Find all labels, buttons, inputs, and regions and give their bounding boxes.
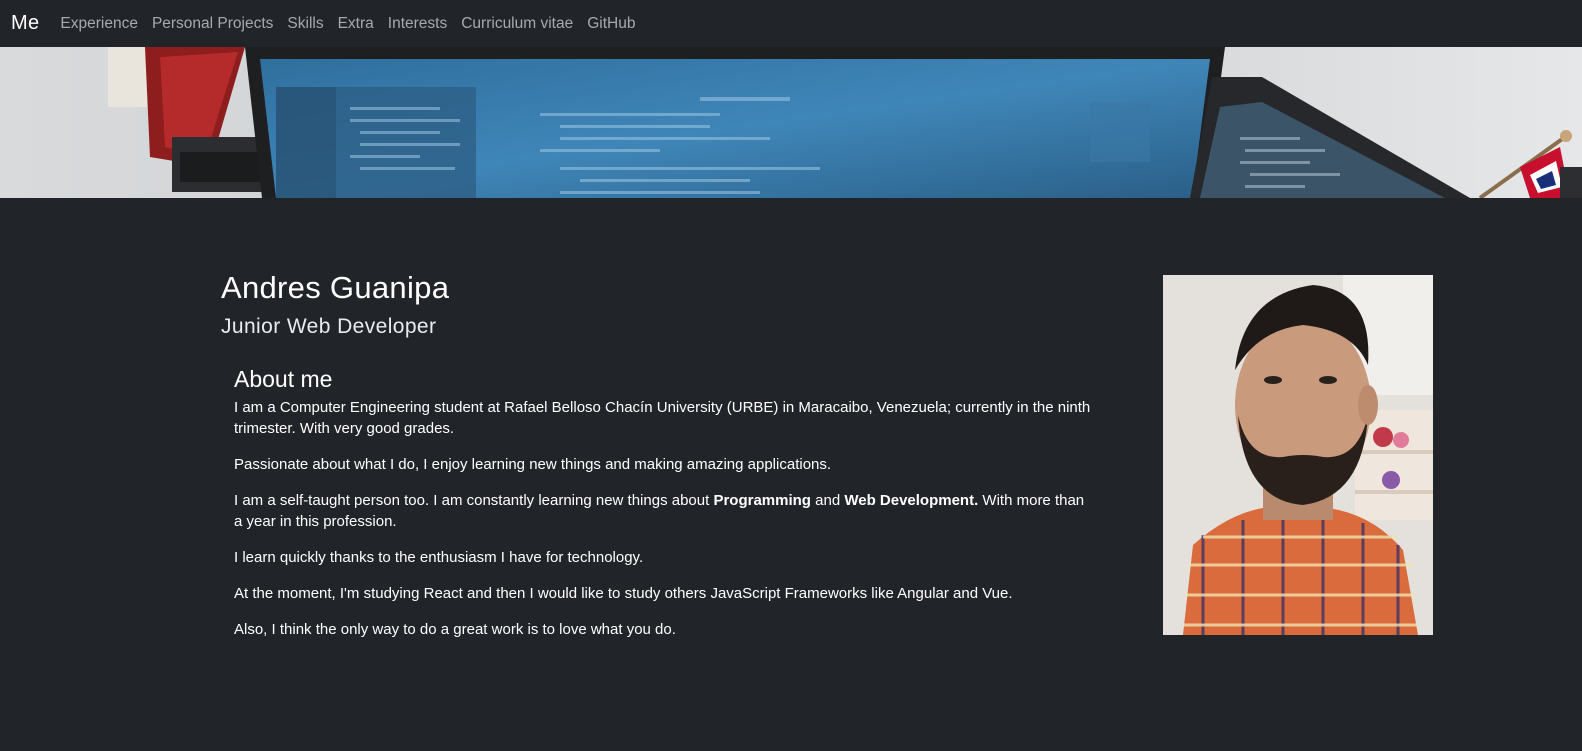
- about-paragraph-6: Also, I think the only way to do a great…: [234, 621, 676, 638]
- main-content: Andres Guanipa Junior Web Developer Abou…: [0, 198, 1582, 751]
- profile-name: Andres Guanipa: [221, 270, 450, 305]
- nav-link-extra[interactable]: Extra: [338, 15, 374, 33]
- about-paragraph-5: At the moment, I'm studying React and th…: [234, 585, 1013, 602]
- nav-link-interests[interactable]: Interests: [388, 15, 447, 33]
- about-p3-programming: Programming: [713, 492, 811, 509]
- brand-link[interactable]: Me: [11, 12, 39, 35]
- nav-link-experience[interactable]: Experience: [60, 15, 138, 33]
- about-heading: About me: [234, 366, 333, 392]
- profile-photo: [1163, 275, 1433, 635]
- nav-link-github[interactable]: GitHub: [587, 15, 635, 33]
- nav-link-curriculum-vitae[interactable]: Curriculum vitae: [461, 15, 573, 33]
- about-paragraph-3: I am a self-taught person too. I am cons…: [234, 490, 1094, 532]
- about-paragraph-1: I am a Computer Engineering student at R…: [234, 399, 1091, 437]
- top-navbar: Me Experience Personal Projects Skills E…: [0, 0, 1582, 47]
- about-p3-start: I am a self-taught person too. I am cons…: [234, 492, 714, 509]
- about-p3-mid: and: [810, 492, 845, 509]
- hero-banner-image: [0, 47, 1582, 198]
- nav-link-personal-projects[interactable]: Personal Projects: [152, 15, 273, 33]
- nav-link-skills[interactable]: Skills: [287, 15, 323, 33]
- about-paragraph-4: I learn quickly thanks to the enthusiasm…: [234, 549, 644, 566]
- about-p3-web-development: Web Development.: [844, 492, 979, 509]
- about-paragraph-2: Passionate about what I do, I enjoy lear…: [234, 456, 832, 473]
- desk-monitors-illustration: [0, 47, 1582, 198]
- profile-role: Junior Web Developer: [221, 315, 437, 338]
- portrait-illustration: [1163, 275, 1433, 635]
- about-section: About me I am a Computer Engineering stu…: [234, 366, 1094, 655]
